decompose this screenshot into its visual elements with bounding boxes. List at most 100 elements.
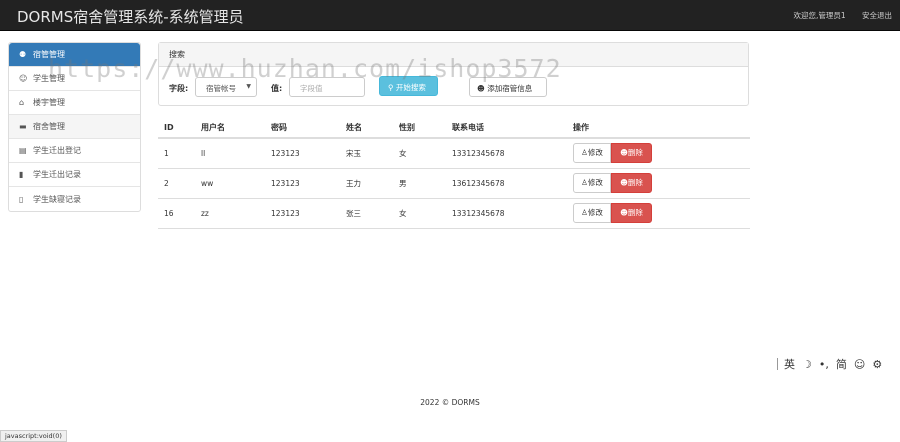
add-user-icon: ☻: [477, 84, 485, 93]
ime-language-toggle[interactable]: 英: [784, 356, 795, 372]
cell-id: 16: [158, 198, 195, 229]
welcome-link[interactable]: 欢迎您,管理员1: [793, 11, 845, 20]
delete-button[interactable]: ☻删除: [611, 173, 652, 193]
sidebar-item-moveout-register[interactable]: ▤ 学生迁出登记: [9, 139, 140, 163]
remove-user-icon: ☻: [620, 148, 628, 158]
bed-icon: ▬: [19, 122, 27, 131]
app-brand[interactable]: DORMS宿舍管理系统-系统管理员: [17, 6, 244, 27]
cell-gender: 女: [393, 138, 446, 169]
search-button[interactable]: ⚲ 开始搜索: [379, 76, 438, 96]
cell-gender: 女: [393, 198, 446, 229]
delete-label: 删除: [627, 148, 643, 158]
sidebar-item-label: 学生管理: [33, 74, 65, 83]
delete-button[interactable]: ☻删除: [611, 203, 652, 223]
managers-table: ID 用户名 密码 姓名 性别 联系电话 操作 1 ll 123123 宋玉 女…: [158, 118, 750, 229]
edit-label: 修改: [587, 178, 603, 187]
cell-password: 123123: [265, 168, 340, 199]
sidebar-item-absence-records[interactable]: ▯ 学生缺寝记录: [9, 187, 140, 211]
field-select[interactable]: 宿管帐号 ▼: [195, 77, 257, 97]
cell-id: 2: [158, 168, 195, 199]
cell-phone: 13312345678: [446, 198, 567, 229]
search-panel-body: 字段: 宿管帐号 ▼ 值: 字段值 ⚲ 开始搜索 ☻ 添加宿管信息: [159, 67, 748, 106]
col-actions: 操作: [567, 118, 750, 139]
cell-actions: ♙修改 ☻删除: [567, 198, 750, 229]
sidebar-item-label: 学生迁出记录: [33, 170, 81, 179]
sidebar-item-moveout-records[interactable]: ▮ 学生迁出记录: [9, 163, 140, 187]
ime-toolbar: 英 ☽ •, 简 ☺ ⚙: [777, 354, 900, 374]
ime-simplified-toggle[interactable]: 简: [836, 356, 847, 372]
sidebar-item-buildings[interactable]: ⌂ 楼宇管理: [9, 91, 140, 115]
col-id: ID: [158, 118, 195, 139]
punctuation-icon[interactable]: •,: [819, 358, 829, 371]
user-icon: ♙: [581, 178, 588, 187]
col-username: 用户名: [195, 118, 265, 139]
search-button-label: 开始搜索: [395, 83, 426, 92]
cell-actions: ♙修改 ☻删除: [567, 138, 750, 169]
gear-icon[interactable]: ⚙: [872, 358, 882, 371]
sidebar-item-label: 楼宇管理: [33, 98, 65, 107]
col-gender: 性别: [393, 118, 446, 139]
sidebar-item-students[interactable]: ☺ 学生管理: [9, 67, 140, 91]
bookmark-outline-icon: ▯: [19, 194, 24, 204]
cell-username: ll: [195, 138, 265, 169]
col-password: 密码: [265, 118, 340, 139]
page-footer: 2022 © DORMS: [420, 398, 480, 407]
chevron-down-icon: ▼: [246, 83, 251, 90]
sidebar: ⚉ 宿管管理 ☺ 学生管理 ⌂ 楼宇管理 ▬ 宿舍管理 ▤ 学生迁出登记 ▮ 学…: [8, 42, 141, 212]
sidebar-item-dorms[interactable]: ▬ 宿舍管理: [9, 115, 140, 139]
moon-icon[interactable]: ☽: [802, 358, 812, 371]
search-icon: ⚲: [388, 83, 394, 92]
top-navbar: DORMS宿舍管理系统-系统管理员 欢迎您,管理员1 安全退出: [0, 0, 900, 31]
edit-button[interactable]: ♙修改: [573, 173, 611, 193]
cell-actions: ♙修改 ☻删除: [567, 168, 750, 199]
delete-button[interactable]: ☻删除: [611, 143, 652, 164]
delete-label: 删除: [627, 178, 643, 187]
cell-phone: 13312345678: [446, 138, 567, 169]
cell-username: zz: [195, 198, 265, 229]
search-panel: 搜索 字段: 宿管帐号 ▼ 值: 字段值 ⚲ 开始搜索 ☻ 添加宿管信息: [158, 42, 749, 106]
remove-user-icon: ☻: [620, 178, 628, 187]
card-icon: ▤: [19, 146, 27, 155]
edit-label: 修改: [587, 148, 603, 158]
table-header-row: ID 用户名 密码 姓名 性别 联系电话 操作: [158, 118, 750, 139]
table-row: 1 ll 123123 宋玉 女 13312345678 ♙修改 ☻删除: [158, 138, 750, 169]
edit-button[interactable]: ♙修改: [573, 203, 611, 223]
table-row: 2 ww 123123 王力 男 13612345678 ♙修改 ☻删除: [158, 168, 750, 199]
navbar-right: 欢迎您,管理员1 安全退出: [779, 10, 892, 21]
cell-username: ww: [195, 168, 265, 199]
add-button-label: 添加宿管信息: [487, 84, 533, 93]
logout-link[interactable]: 安全退出: [862, 11, 892, 20]
sidebar-item-dorm-managers[interactable]: ⚉ 宿管管理: [9, 43, 140, 67]
search-panel-title: 搜索: [159, 43, 748, 67]
cell-phone: 13612345678: [446, 168, 567, 199]
value-input[interactable]: 字段值: [289, 77, 365, 97]
sidebar-item-label: 学生缺寝记录: [33, 194, 81, 204]
value-label: 值:: [271, 84, 283, 93]
col-name: 姓名: [340, 118, 393, 139]
add-manager-button[interactable]: ☻ 添加宿管信息: [469, 77, 547, 97]
cell-name: 宋玉: [340, 138, 393, 169]
emoji-icon[interactable]: ☺: [854, 358, 865, 371]
ime-separator: [777, 358, 778, 370]
cell-name: 王力: [340, 168, 393, 199]
user-icon: ☺: [19, 74, 28, 83]
field-label: 字段:: [169, 84, 189, 93]
bookmark-icon: ▮: [19, 170, 24, 179]
edit-button[interactable]: ♙修改: [573, 143, 611, 164]
field-select-value: 宿管帐号: [206, 84, 236, 93]
sidebar-item-label: 宿舍管理: [33, 122, 65, 131]
cell-gender: 男: [393, 168, 446, 199]
cell-password: 123123: [265, 198, 340, 229]
cell-name: 张三: [340, 198, 393, 229]
user-icon: ♙: [581, 208, 588, 217]
user-circle-icon: ⚉: [19, 50, 27, 59]
sidebar-item-label: 学生迁出登记: [33, 146, 81, 155]
edit-label: 修改: [587, 208, 603, 217]
delete-label: 删除: [627, 208, 643, 217]
cell-password: 123123: [265, 138, 340, 169]
cell-id: 1: [158, 138, 195, 169]
user-icon: ♙: [581, 148, 588, 158]
col-phone: 联系电话: [446, 118, 567, 139]
remove-user-icon: ☻: [620, 208, 628, 217]
sidebar-item-label: 宿管管理: [33, 50, 65, 59]
